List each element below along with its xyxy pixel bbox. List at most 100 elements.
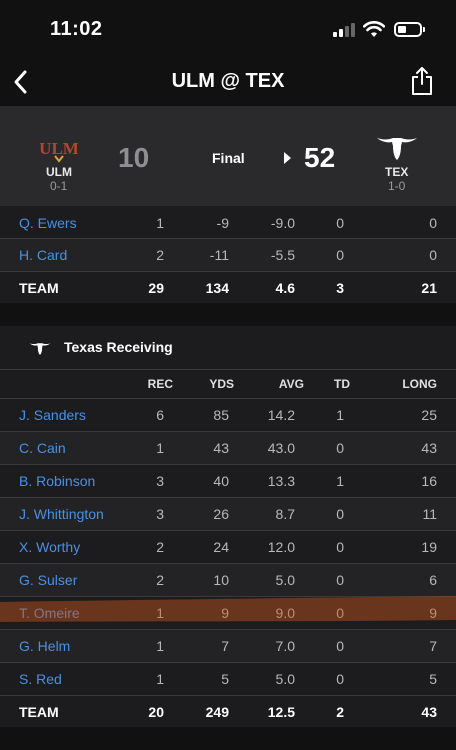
table-row[interactable]: G. Sulser 2 10 5.0 0 6 bbox=[0, 564, 456, 597]
bottom-spacer bbox=[0, 727, 456, 750]
status-bar: 11:02 bbox=[0, 0, 456, 58]
stat-td: 0 bbox=[336, 572, 344, 588]
stat-yds: 249 bbox=[205, 704, 229, 720]
stat-avg: 14.2 bbox=[267, 407, 295, 423]
player-link[interactable]: G. Sulser bbox=[19, 572, 77, 588]
stat-td: 0 bbox=[336, 440, 344, 456]
stat-td: 0 bbox=[336, 671, 344, 687]
stat-long: 25 bbox=[421, 407, 437, 423]
stat-yds: 24 bbox=[213, 539, 229, 555]
table-row[interactable]: J. Sanders 6 85 14.2 1 25 bbox=[0, 399, 456, 432]
longhorn-logo-icon bbox=[377, 138, 417, 160]
stat-long: 5 bbox=[429, 671, 437, 687]
stat-td: 2 bbox=[336, 704, 344, 720]
cellular-signal-icon bbox=[333, 23, 357, 37]
player-link[interactable]: J. Sanders bbox=[19, 407, 86, 423]
stat-yds: 7 bbox=[221, 638, 229, 654]
stat-car: 29 bbox=[148, 280, 164, 296]
team-label: TEAM bbox=[19, 704, 59, 720]
stat-td: 0 bbox=[336, 247, 344, 263]
stat-yds: 134 bbox=[205, 280, 229, 296]
column-header-avg: AVG bbox=[278, 377, 304, 391]
battery-tip bbox=[423, 27, 425, 32]
table-row[interactable]: H. Card 2 -11 -5.5 0 0 bbox=[0, 239, 456, 272]
away-team-abbr: ULM bbox=[46, 165, 72, 179]
player-link[interactable]: H. Card bbox=[19, 247, 67, 263]
stat-long: 43 bbox=[421, 440, 437, 456]
player-link[interactable]: J. Whittington bbox=[19, 506, 104, 522]
stat-avg: 5.0 bbox=[275, 671, 295, 687]
stat-rec: 3 bbox=[156, 506, 164, 522]
team-label: TEAM bbox=[19, 280, 59, 296]
stat-avg: 43.0 bbox=[267, 440, 295, 456]
stat-long: 6 bbox=[429, 572, 437, 588]
stat-yds: 9 bbox=[221, 605, 229, 621]
player-link[interactable]: T. Omeire bbox=[19, 605, 80, 621]
page-title: ULM @ TEX bbox=[171, 70, 285, 92]
status-time: 11:02 bbox=[50, 18, 103, 40]
table-row[interactable]: B. Robinson 3 40 13.3 1 16 bbox=[0, 465, 456, 498]
home-score: 52 bbox=[304, 142, 336, 173]
stat-long: 7 bbox=[429, 638, 437, 654]
wifi-icon bbox=[363, 21, 385, 37]
home-team-abbr: TEX bbox=[385, 165, 409, 179]
player-link[interactable]: G. Helm bbox=[19, 638, 70, 654]
stat-rec: 1 bbox=[156, 440, 164, 456]
stat-yds: 85 bbox=[213, 407, 229, 423]
stat-yds: -11 bbox=[209, 247, 229, 263]
table-row[interactable]: G. Helm 1 7 7.0 0 7 bbox=[0, 630, 456, 663]
column-header-long: LONG bbox=[402, 377, 437, 391]
stat-td: 0 bbox=[336, 605, 344, 621]
table-row[interactable]: T. Omeire 1 9 9.0 0 9 bbox=[0, 597, 456, 630]
table-row[interactable]: X. Worthy 2 24 12.0 0 19 bbox=[0, 531, 456, 564]
section-divider bbox=[0, 303, 456, 326]
stat-td: 0 bbox=[336, 539, 344, 555]
stat-td: 0 bbox=[336, 638, 344, 654]
share-icon[interactable] bbox=[410, 66, 434, 96]
stat-avg: 5.0 bbox=[275, 572, 295, 588]
player-link[interactable]: S. Red bbox=[19, 671, 62, 687]
table-row[interactable]: Q. Ewers 1 -9 -9.0 0 0 bbox=[0, 206, 456, 239]
section-header: Texas Receiving bbox=[0, 326, 456, 370]
stat-td: 3 bbox=[336, 280, 344, 296]
column-header-td: TD bbox=[334, 377, 350, 391]
stat-avg: 12.0 bbox=[267, 539, 295, 555]
scoreboard[interactable]: ULM ULM 0-1 10 Final 52 TEX 1-0 bbox=[0, 106, 456, 214]
stat-long: 0 bbox=[429, 247, 437, 263]
player-link[interactable]: B. Robinson bbox=[19, 473, 95, 489]
stat-long: 43 bbox=[421, 704, 437, 720]
stat-yds: -9 bbox=[216, 215, 229, 231]
stat-long: 19 bbox=[421, 539, 437, 555]
longhorn-logo-icon bbox=[29, 343, 51, 355]
stat-td: 0 bbox=[336, 506, 344, 522]
section-title: Texas Receiving bbox=[64, 339, 173, 355]
stat-rec: 2 bbox=[156, 539, 164, 555]
stat-car: 1 bbox=[156, 215, 164, 231]
column-header-rec: REC bbox=[147, 377, 173, 391]
player-link[interactable]: Q. Ewers bbox=[19, 215, 77, 231]
winner-arrow-icon bbox=[284, 152, 291, 164]
player-link[interactable]: C. Cain bbox=[19, 440, 66, 456]
stat-td: 1 bbox=[336, 407, 344, 423]
table-row[interactable]: J. Whittington 3 26 8.7 0 11 bbox=[0, 498, 456, 531]
stat-rec: 20 bbox=[148, 704, 164, 720]
stat-yds: 40 bbox=[213, 473, 229, 489]
stat-rec: 2 bbox=[156, 572, 164, 588]
stat-avg: -5.5 bbox=[270, 247, 295, 263]
stat-rec: 1 bbox=[156, 671, 164, 687]
stat-yds: 5 bbox=[221, 671, 229, 687]
team-total-row: TEAM 29 134 4.6 3 21 bbox=[0, 272, 456, 303]
player-link[interactable]: X. Worthy bbox=[19, 539, 80, 555]
stat-td: 1 bbox=[336, 473, 344, 489]
column-header-yds: YDS bbox=[209, 377, 234, 391]
column-header-row: REC YDS AVG TD LONG bbox=[0, 370, 456, 399]
table-row[interactable]: S. Red 1 5 5.0 0 5 bbox=[0, 663, 456, 696]
stat-rec: 1 bbox=[156, 605, 164, 621]
stat-avg: -9.0 bbox=[270, 215, 295, 231]
stat-avg: 8.7 bbox=[275, 506, 295, 522]
away-team-record: 0-1 bbox=[50, 179, 68, 193]
battery-icon bbox=[394, 22, 422, 37]
stat-rec: 3 bbox=[156, 473, 164, 489]
table-row[interactable]: C. Cain 1 43 43.0 0 43 bbox=[0, 432, 456, 465]
stat-long: 0 bbox=[429, 215, 437, 231]
